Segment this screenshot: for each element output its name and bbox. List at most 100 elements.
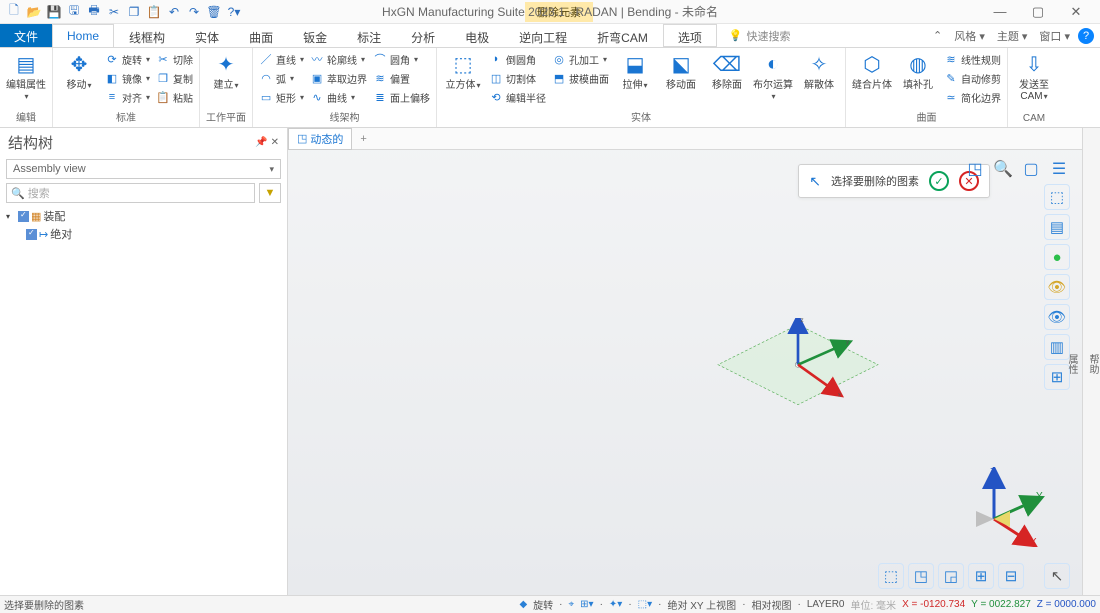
menu-icon[interactable]: ☰ [1048, 158, 1070, 180]
tab-reverse[interactable]: 逆向工程 [504, 24, 582, 47]
tab-wireframe[interactable]: 线框构 [114, 24, 180, 47]
side-tool-5[interactable]: 👁 [1044, 304, 1070, 330]
simplify-button[interactable]: ≃简化边界 [944, 88, 1001, 106]
tab-annotate[interactable]: 标注 [342, 24, 396, 47]
status-rotate-icon[interactable]: ◆ [519, 599, 527, 610]
collapse-ribbon-icon[interactable]: ⌃ [929, 27, 946, 44]
pin-icon[interactable]: 📌 ✕ [255, 137, 279, 148]
properties-panel-tab[interactable]: 属性 [1064, 354, 1079, 374]
explode-button[interactable]: ✧解散体 [799, 50, 839, 91]
ruled-button[interactable]: ≋线性规则 [944, 50, 1001, 68]
removeface-button[interactable]: ⌫移除面 [707, 50, 747, 91]
status-abs-view[interactable]: 绝对 XY 上视图 [667, 597, 736, 612]
tab-bendcam[interactable]: 折弯CAM [582, 24, 663, 47]
filter-button[interactable]: ▼ [259, 183, 281, 203]
status-snap-icon[interactable]: ⌖ [569, 599, 575, 610]
build-plane-button[interactable]: ✦ 建立 [206, 50, 246, 91]
fillhole-button[interactable]: ◍填补孔 [898, 50, 938, 91]
viewport-tab-dynamic[interactable]: ◳ 动态的 [288, 128, 352, 150]
profile-button[interactable]: 〰轮廓线 [310, 50, 367, 68]
solid-fillet-button[interactable]: ◗倒圆角 [489, 50, 546, 68]
curve-button[interactable]: ∿曲线 [310, 88, 367, 106]
tree-root[interactable]: ▾ ▦ 装配 [6, 207, 281, 225]
qat-new-icon[interactable]: 🗋 [6, 4, 22, 20]
theme-dropdown[interactable]: 主题 ▾ [993, 26, 1032, 46]
edit-properties-button[interactable]: ▤ 编辑属性 [6, 50, 46, 102]
maximize-button[interactable]: ▢ [1024, 4, 1052, 20]
tab-solid[interactable]: 实体 [180, 24, 234, 47]
qat-open-icon[interactable]: 📂 [26, 4, 42, 20]
moveface-button[interactable]: ⬕移动面 [661, 50, 701, 91]
qat-saveas-icon[interactable]: 🖫 [66, 4, 82, 20]
paste-button[interactable]: 📋粘贴 [156, 88, 193, 106]
window-dropdown[interactable]: 窗口 ▾ [1035, 26, 1074, 46]
extract-edge-button[interactable]: ▣萃取边界 [310, 69, 367, 87]
rect-button[interactable]: ▭矩形 [259, 88, 304, 106]
checkbox-icon[interactable] [26, 229, 37, 240]
wf-fillet-button[interactable]: ⌒圆角 [373, 50, 430, 68]
combine-button[interactable]: ⬡缝合片体 [852, 50, 892, 91]
fit-icon[interactable]: ▢ [1020, 158, 1042, 180]
bv-3[interactable]: ◲ [938, 563, 964, 589]
tree-search-input[interactable]: 🔍 搜索 [6, 183, 255, 203]
send-cam-button[interactable]: ⇩发送至CAM [1014, 50, 1054, 102]
tree-child[interactable]: ↦ 绝对 [6, 225, 281, 243]
bv-cursor[interactable]: ↖ [1044, 563, 1070, 589]
qat-delete-icon[interactable]: 🗑 [206, 4, 222, 20]
confirm-button[interactable]: ✓ [929, 171, 949, 191]
boolean-button[interactable]: ◐布尔运算 [753, 50, 793, 102]
arc-button[interactable]: ◠弧 [259, 69, 304, 87]
quick-search[interactable]: 💡 快速搜索 [729, 24, 791, 47]
viewcube-icon[interactable]: ◳ [964, 158, 986, 180]
sweepface-button[interactable]: ⬒拔模曲面 [552, 69, 609, 87]
hole-button[interactable]: ◎孔加工 [552, 50, 609, 68]
checkbox-icon[interactable] [18, 211, 29, 222]
bv-5[interactable]: ⊟ [998, 563, 1024, 589]
assembly-view-dropdown[interactable]: Assembly view [6, 159, 281, 179]
close-button[interactable]: ✕ [1062, 4, 1090, 20]
cutbody-button[interactable]: ◫切割体 [489, 69, 546, 87]
qat-paste-icon[interactable]: 📋 [146, 4, 162, 20]
minimize-button[interactable]: — [986, 4, 1014, 20]
status-layer-icon[interactable]: ⬚▾ [638, 599, 652, 610]
edge-offset-button[interactable]: ≣面上偏移 [373, 88, 430, 106]
tab-analyze[interactable]: 分析 [396, 24, 450, 47]
tab-options[interactable]: 选项 [663, 24, 717, 47]
cut-button[interactable]: ✂切除 [156, 50, 193, 68]
add-viewport-tab[interactable]: + [352, 131, 374, 147]
tab-home[interactable]: Home [52, 24, 114, 47]
qat-save-icon[interactable]: 💾 [46, 4, 62, 20]
qat-redo-icon[interactable]: ↷ [186, 4, 202, 20]
line-button[interactable]: ／直线 [259, 50, 304, 68]
qat-undo-icon[interactable]: ↶ [166, 4, 182, 20]
bv-1[interactable]: ⬚ [878, 563, 904, 589]
edit-radius-button[interactable]: ⟲编辑半径 [489, 88, 546, 106]
help-button[interactable]: ? [1078, 28, 1094, 44]
status-layer[interactable]: LAYER0 [807, 599, 845, 610]
extrude-button[interactable]: ⬓拉伸 [615, 50, 655, 91]
qat-cut-icon[interactable]: ✂ [106, 4, 122, 20]
expand-icon[interactable]: ▾ [6, 212, 16, 221]
autorepair-button[interactable]: ✎自动修剪 [944, 69, 1001, 87]
right-collapsed-panels[interactable]: 帮助 属性 [1082, 128, 1100, 595]
offset-button[interactable]: ≋偏置 [373, 69, 430, 87]
side-tool-1[interactable]: ⬚ [1044, 184, 1070, 210]
status-rel-view[interactable]: 相对视图 [752, 597, 792, 612]
cube-button[interactable]: ⬚立方体 [443, 50, 483, 91]
status-point-icon[interactable]: ✦▾ [609, 599, 622, 610]
qat-help-icon[interactable]: ?▾ [226, 4, 242, 20]
status-grid-icon[interactable]: ⊞▾ [580, 599, 593, 610]
bv-4[interactable]: ⊞ [968, 563, 994, 589]
zoom-icon[interactable]: 🔍 [992, 158, 1014, 180]
qat-print-icon[interactable]: 🖶 [86, 4, 102, 20]
viewport[interactable]: ◳ 动态的 + ↖ 选择要删除的图素 ✓ ✕ ◳ 🔍 ▢ ☰ ⬚ ▤ ● 👁 👁… [288, 128, 1100, 595]
align-button[interactable]: ≡对齐 [105, 88, 150, 106]
tab-sheetmetal[interactable]: 钣金 [288, 24, 342, 47]
side-tool-3[interactable]: ● [1044, 244, 1070, 270]
mini-triad[interactable]: Z Y X [966, 467, 1046, 547]
rotate-button[interactable]: ⟳旋转 [105, 50, 150, 68]
tab-surface[interactable]: 曲面 [234, 24, 288, 47]
copy-button[interactable]: ❐复制 [156, 69, 193, 87]
tab-file[interactable]: 文件 [0, 24, 52, 47]
side-tool-4[interactable]: 👁 [1044, 274, 1070, 300]
